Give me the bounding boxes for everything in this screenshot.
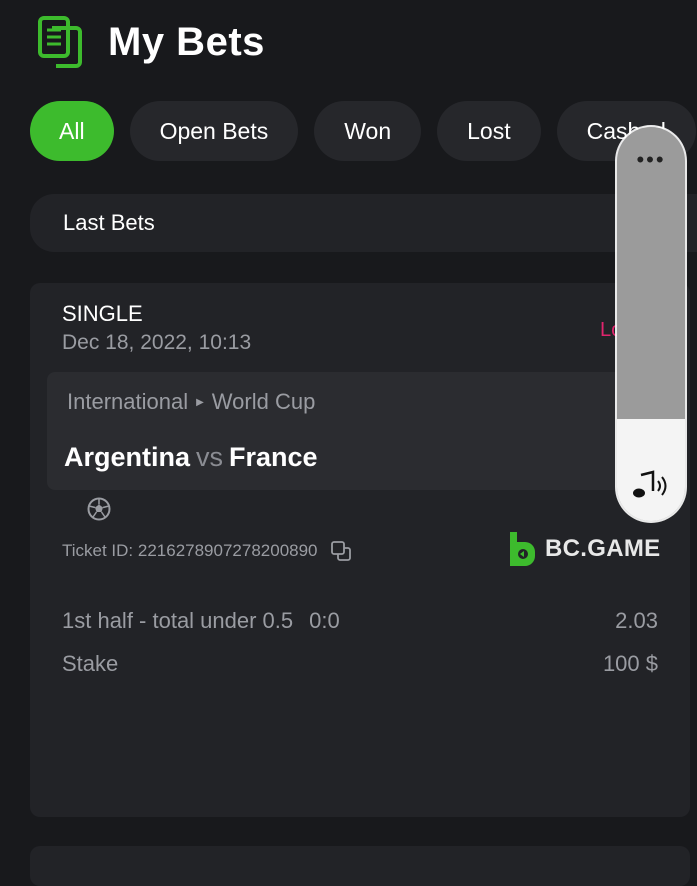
bc-game-logo-icon xyxy=(510,532,535,566)
stake-row: Stake 100 $ xyxy=(62,651,658,677)
ticket-id-text: Ticket ID: 221627890727820089​0 xyxy=(62,541,318,560)
bet-filter-tabs: All Open Bets Won Lost Cashed xyxy=(30,101,696,161)
brand-logo: BC.GAME xyxy=(507,530,660,568)
last-bets-selector[interactable]: Last Bets xyxy=(30,194,697,252)
tab-lost[interactable]: Lost xyxy=(437,101,541,161)
tab-open-bets[interactable]: Open Bets xyxy=(129,101,299,161)
copy-icon[interactable] xyxy=(330,540,352,562)
market-name: 1st half - total under 0.5 xyxy=(62,608,294,633)
chevron-right-icon: ▶ xyxy=(196,396,204,408)
away-team: France xyxy=(229,442,318,472)
tab-all[interactable]: All xyxy=(30,101,114,161)
section-title: Last Bets xyxy=(63,210,155,235)
brand-name: BC.GAME xyxy=(545,535,661,562)
league-name: International xyxy=(67,389,189,414)
page-header: My Bets xyxy=(38,16,265,68)
bet-date: Dec 18, 2022, 10:13 xyxy=(62,331,252,354)
match-teams: Argentina vs France xyxy=(64,442,318,473)
bet-card[interactable]: SINGLE Dec 18, 2022, 10:13 Lo Internatio… xyxy=(30,283,690,817)
more-options-icon[interactable]: ••• xyxy=(617,147,685,173)
market-info: 1st half - total under 0.5 0:0 xyxy=(62,608,340,634)
stake-value: 100 $ xyxy=(602,651,658,676)
home-team: Argentina xyxy=(64,442,191,472)
ticket-id: Ticket ID: 221627890727820089​0 xyxy=(62,540,352,562)
page-title: My Bets xyxy=(108,19,265,64)
soccer-ball-icon xyxy=(87,497,111,521)
event-box[interactable]: International ▶ World Cup Argentina vs Fra… xyxy=(47,372,647,521)
next-bet-card[interactable] xyxy=(30,846,690,886)
tab-won[interactable]: Won xyxy=(314,101,422,161)
stake-label: Stake xyxy=(62,651,119,676)
league-breadcrumb: International ▶ World Cup xyxy=(67,389,316,521)
volume-overlay[interactable]: ••• xyxy=(617,127,685,521)
volume-music-icon xyxy=(633,470,667,498)
tournament-name: World Cup xyxy=(211,389,316,414)
odds-value: 2.03 xyxy=(615,608,658,633)
market-row: 1st half - total under 0.5 0:0 2.03 xyxy=(62,608,658,634)
market-score: 0:0 xyxy=(309,608,340,633)
bets-document-icon xyxy=(38,16,82,68)
bet-type: SINGLE xyxy=(62,301,143,326)
vs-label: vs xyxy=(196,442,224,472)
